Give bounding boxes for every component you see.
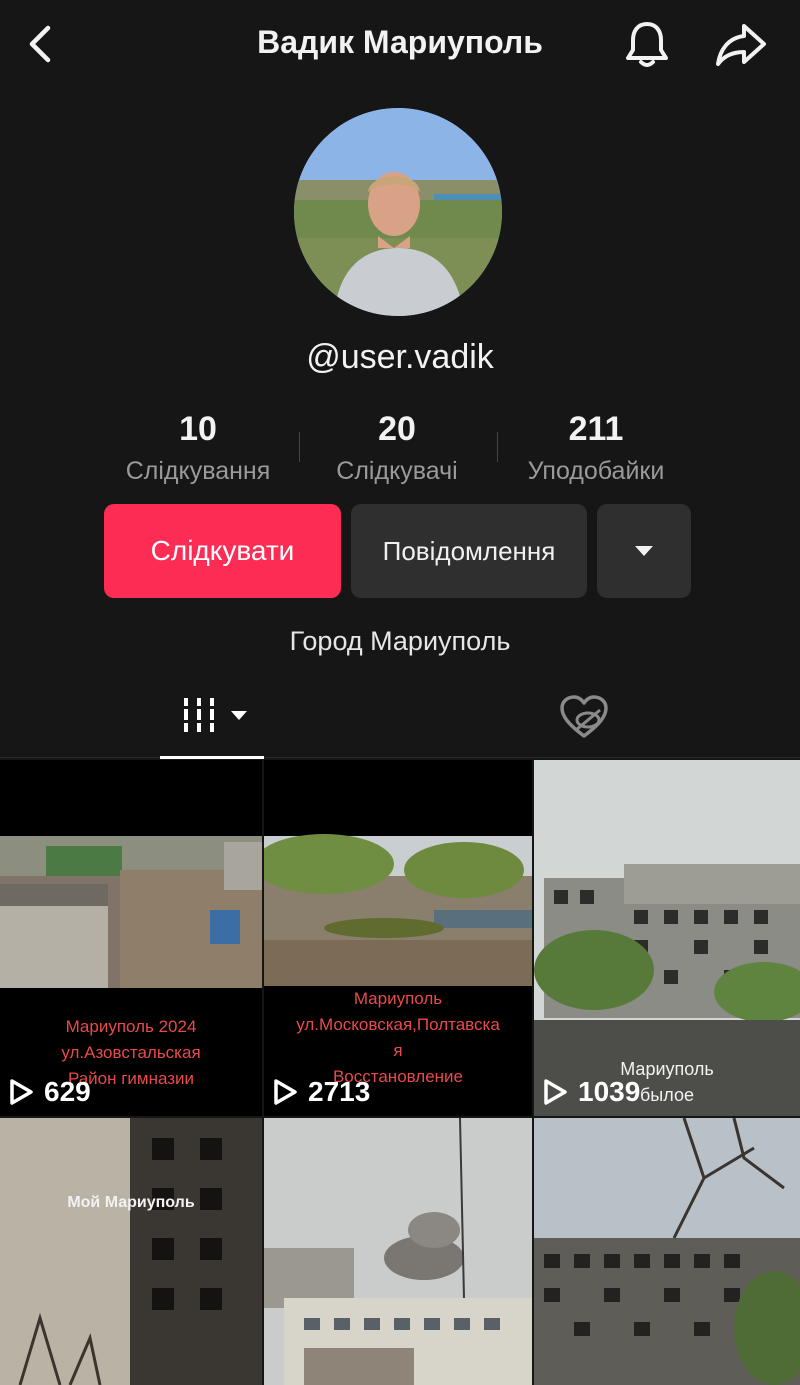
avatar-photo (294, 108, 502, 316)
profile-title: Вадик Мариуполь (257, 24, 543, 60)
thumbnail-image (264, 1118, 532, 1385)
play-icon (274, 1079, 297, 1105)
stat-divider (497, 432, 498, 462)
stat-divider (299, 432, 300, 462)
caption-line: Мариуполь (353, 989, 443, 1008)
video-caption: Мой Мариуполь (0, 1190, 262, 1216)
video-caption: Мариуполь ул.Московская,Полтавска я Восс… (264, 986, 532, 1090)
caption-line: Мой Мариуполь (67, 1194, 195, 1211)
profile-tabs (0, 680, 800, 759)
profile-bio: Город Мариуполь (289, 626, 511, 656)
active-tab-indicator (160, 756, 264, 759)
caret-down-icon (635, 546, 653, 556)
more-options-button[interactable] (597, 504, 691, 598)
stat-likes-label: Уподобайки (527, 457, 665, 485)
share-arrow-icon (716, 24, 766, 66)
stat-following-label: Слідкування (125, 457, 271, 485)
stat-likes-value: 211 (568, 410, 624, 448)
follow-button[interactable]: Слідкувати (104, 504, 341, 598)
caption-line: Мариуполь 2024 (65, 1017, 197, 1036)
caption-line: я (393, 1041, 403, 1060)
stat-following-value: 10 (179, 410, 217, 448)
view-count-value: 1039 (578, 1076, 641, 1107)
video-thumbnail[interactable]: Мариуполь былое 1039 (534, 760, 800, 1116)
stat-followers-label: Слідкувачі (336, 457, 458, 485)
video-thumbnail[interactable]: Мой Мариуполь (0, 1118, 262, 1385)
hidden-heart-icon (560, 695, 608, 738)
thumbnail-image (534, 1118, 800, 1385)
caption-line: ул.Московская,Полтавска (296, 1015, 500, 1034)
avatar[interactable] (294, 108, 502, 316)
bell-icon (626, 22, 668, 67)
username-handle: @user.vadik (306, 338, 494, 376)
grid-bars-icon (182, 698, 247, 732)
stat-followers-value: 20 (378, 410, 416, 448)
video-thumbnail[interactable] (534, 1118, 800, 1385)
notifications-button[interactable] (622, 18, 672, 70)
view-count-value: 2713 (308, 1076, 371, 1107)
stat-following[interactable]: 10 Слідкування (110, 410, 286, 486)
tab-liked[interactable] (554, 690, 614, 746)
caption-line: ул.Азовстальская (61, 1043, 201, 1062)
view-count: 2713 (272, 1076, 370, 1108)
view-count: 629 (8, 1076, 91, 1108)
play-icon (544, 1079, 567, 1105)
view-count: 1039 (542, 1076, 640, 1108)
stat-followers[interactable]: 20 Слідкувачі (320, 410, 474, 486)
play-icon (10, 1079, 33, 1105)
view-count-value: 629 (44, 1076, 91, 1107)
tab-videos[interactable] (160, 680, 264, 759)
top-bar: Вадик Мариуполь (0, 0, 800, 90)
stat-likes[interactable]: 211 Уподобайки (510, 410, 682, 486)
video-thumbnail[interactable]: Мариуполь ул.Московская,Полтавска я Восс… (264, 760, 532, 1116)
video-thumbnail[interactable] (264, 1118, 532, 1385)
share-button[interactable] (712, 20, 770, 70)
video-thumbnail[interactable]: Мариуполь 2024 ул.Азовстальская Район ги… (0, 760, 262, 1116)
thumbnail-image (0, 1118, 262, 1385)
message-button[interactable]: Повідомлення (351, 504, 587, 598)
